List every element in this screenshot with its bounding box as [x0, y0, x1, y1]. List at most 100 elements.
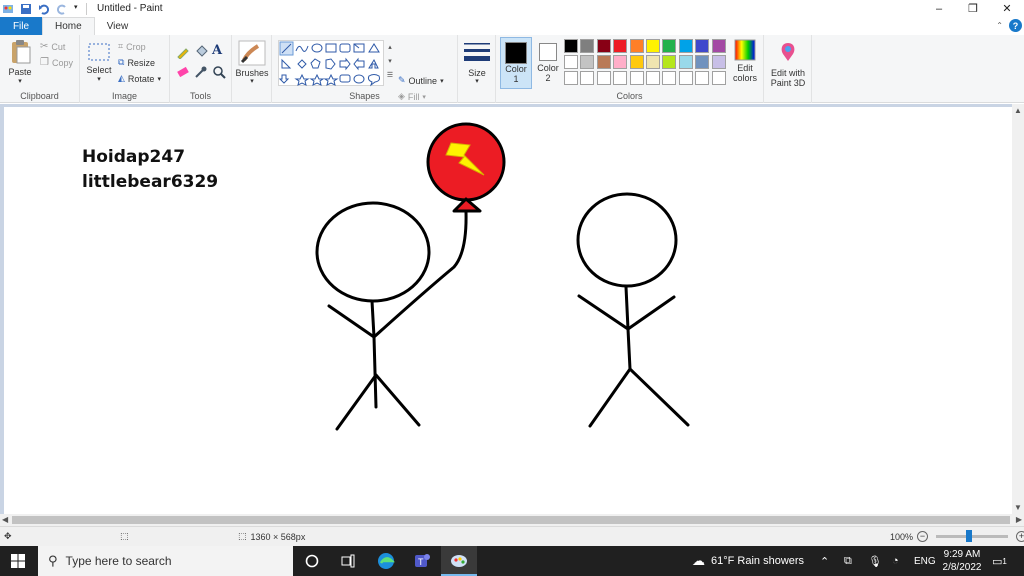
customize-quick-access-icon[interactable]: ▾ [74, 3, 82, 15]
left-figure-legs [335, 373, 421, 431]
fill-button[interactable]: ◈ Fill ▾ [398, 91, 426, 102]
save-icon[interactable] [20, 3, 32, 15]
color-picker-icon[interactable] [194, 65, 208, 79]
resize-button[interactable]: ⧉ Resize [118, 57, 155, 68]
minimize-button[interactable]: – [922, 0, 956, 17]
zoom-in-icon[interactable]: + [1016, 531, 1024, 542]
color-swatch[interactable] [580, 39, 595, 53]
shapes-scroll[interactable]: ▴ ▾ ☰ [386, 41, 394, 87]
edit-colors-button[interactable]: Edit colors [728, 39, 762, 83]
paint-app-icon[interactable] [2, 3, 14, 15]
color-swatch[interactable] [662, 55, 677, 69]
crop-button[interactable]: ⌗ Crop [118, 41, 146, 52]
clock[interactable]: 9:29 AM 2/8/2022 [940, 546, 984, 576]
color-swatch[interactable] [580, 55, 595, 69]
weather-text: 61°F Rain showers [711, 555, 805, 567]
task-view-icon[interactable] [333, 546, 363, 576]
vertical-scrollbar[interactable]: ▲ ▼ [1012, 104, 1024, 514]
start-button[interactable] [0, 546, 36, 576]
brushes-group[interactable]: Brushes ▾ [232, 35, 272, 103]
brush-icon [238, 40, 266, 66]
outline-button[interactable]: ✎ Outline ▾ [398, 75, 444, 86]
scroll-up-icon[interactable]: ▲ [1014, 106, 1022, 115]
horizontal-scrollbar[interactable]: ◀ ▶ [0, 514, 1024, 526]
network-icon[interactable]: ◔ [892, 546, 899, 576]
language-indicator[interactable]: ENG [914, 546, 936, 576]
color1-selector[interactable]: Color 1 [500, 37, 532, 89]
paste-dropdown-icon[interactable]: ▾ [4, 77, 36, 85]
redo-icon[interactable] [56, 3, 68, 15]
color-swatch[interactable] [662, 39, 677, 53]
taskbar-search[interactable]: ⚲ Type here to search [38, 546, 293, 576]
color-swatch[interactable] [695, 71, 710, 85]
color-swatch[interactable] [646, 39, 660, 53]
magnifier-icon[interactable] [212, 65, 226, 79]
show-hidden-icons[interactable]: ⌃ [820, 546, 829, 576]
color-swatch[interactable] [564, 71, 578, 85]
color-swatch[interactable] [580, 71, 595, 85]
color-swatch[interactable] [695, 55, 710, 69]
text-tool-icon[interactable]: A [212, 43, 222, 58]
zoom-out-icon[interactable]: − [917, 531, 929, 542]
horizontal-scroll-thumb[interactable] [12, 516, 1010, 524]
color-swatch[interactable] [678, 71, 693, 85]
help-icon[interactable]: ? [1009, 19, 1022, 32]
drawing-canvas[interactable]: Hoidap247 littlebear6329 [4, 107, 1012, 514]
color-swatch[interactable] [646, 55, 660, 69]
color-swatch[interactable] [711, 55, 726, 69]
pencil-icon[interactable] [176, 45, 190, 59]
eraser-icon[interactable] [176, 65, 190, 79]
color-swatch[interactable] [564, 39, 578, 53]
close-button[interactable]: ✕ [990, 0, 1024, 17]
color-swatch[interactable] [596, 55, 611, 69]
color-swatch[interactable] [678, 55, 693, 69]
color-swatch[interactable] [596, 39, 611, 53]
color-swatch[interactable] [613, 71, 628, 85]
paint3d-group[interactable]: Edit with Paint 3D [764, 35, 812, 103]
cortana-icon[interactable] [297, 546, 327, 576]
selection-size-icon: ⬚ [120, 531, 129, 541]
scroll-left-icon[interactable]: ◀ [2, 515, 8, 524]
select-button[interactable]: Select ▾ [84, 41, 114, 83]
tab-home[interactable]: Home [42, 17, 95, 35]
copy-button[interactable]: ❐ Copy [40, 57, 73, 68]
color2-selector[interactable]: Color 2 [534, 37, 562, 89]
notifications-button[interactable]: ▭ 1 [992, 546, 1007, 576]
scroll-down-icon[interactable]: ▼ [1014, 503, 1022, 512]
zoom-slider[interactable] [936, 530, 1009, 542]
color-swatch[interactable] [613, 39, 628, 53]
tab-file[interactable]: File [0, 17, 42, 35]
weather-widget[interactable]: ☁ 61°F Rain showers [692, 546, 804, 576]
shapes-group-label: Shapes [349, 91, 380, 101]
color-swatch[interactable] [711, 39, 726, 53]
scroll-right-icon[interactable]: ▶ [1016, 515, 1022, 524]
maximize-button[interactable]: ❐ [956, 0, 990, 17]
color-swatch[interactable] [629, 39, 644, 53]
color-swatch[interactable] [711, 71, 726, 85]
color-swatch[interactable] [629, 55, 644, 69]
paint-taskbar-icon[interactable] [441, 546, 477, 576]
color-swatch[interactable] [596, 71, 611, 85]
edge-icon[interactable] [369, 546, 403, 576]
microphone-icon[interactable]: 🎙 [868, 546, 882, 576]
zoom-slider-thumb[interactable] [966, 530, 973, 542]
color-swatch[interactable] [678, 39, 693, 53]
paste-button[interactable]: Paste ▾ [4, 39, 36, 85]
color-swatch[interactable] [695, 39, 710, 53]
color-swatch[interactable] [629, 71, 644, 85]
cut-button[interactable]: ✂ Cut [40, 41, 65, 52]
color-swatch[interactable] [662, 71, 677, 85]
color-swatch[interactable] [564, 55, 578, 69]
teams-icon[interactable]: T [405, 546, 439, 576]
select-dropdown-icon[interactable]: ▾ [84, 75, 114, 83]
size-group[interactable]: Size ▾ [458, 35, 496, 103]
copy-icon: ❐ [40, 57, 49, 68]
collapse-ribbon-icon[interactable]: ⌃ [996, 21, 1003, 30]
color-swatch[interactable] [646, 71, 660, 85]
meet-now-icon[interactable]: ⧉ [844, 546, 852, 576]
rotate-button[interactable]: ◭ Rotate ▾ [118, 73, 161, 84]
undo-icon[interactable] [38, 3, 50, 15]
color-swatch[interactable] [613, 55, 628, 69]
fill-bucket-icon[interactable] [194, 45, 208, 59]
tab-view[interactable]: View [95, 17, 141, 35]
